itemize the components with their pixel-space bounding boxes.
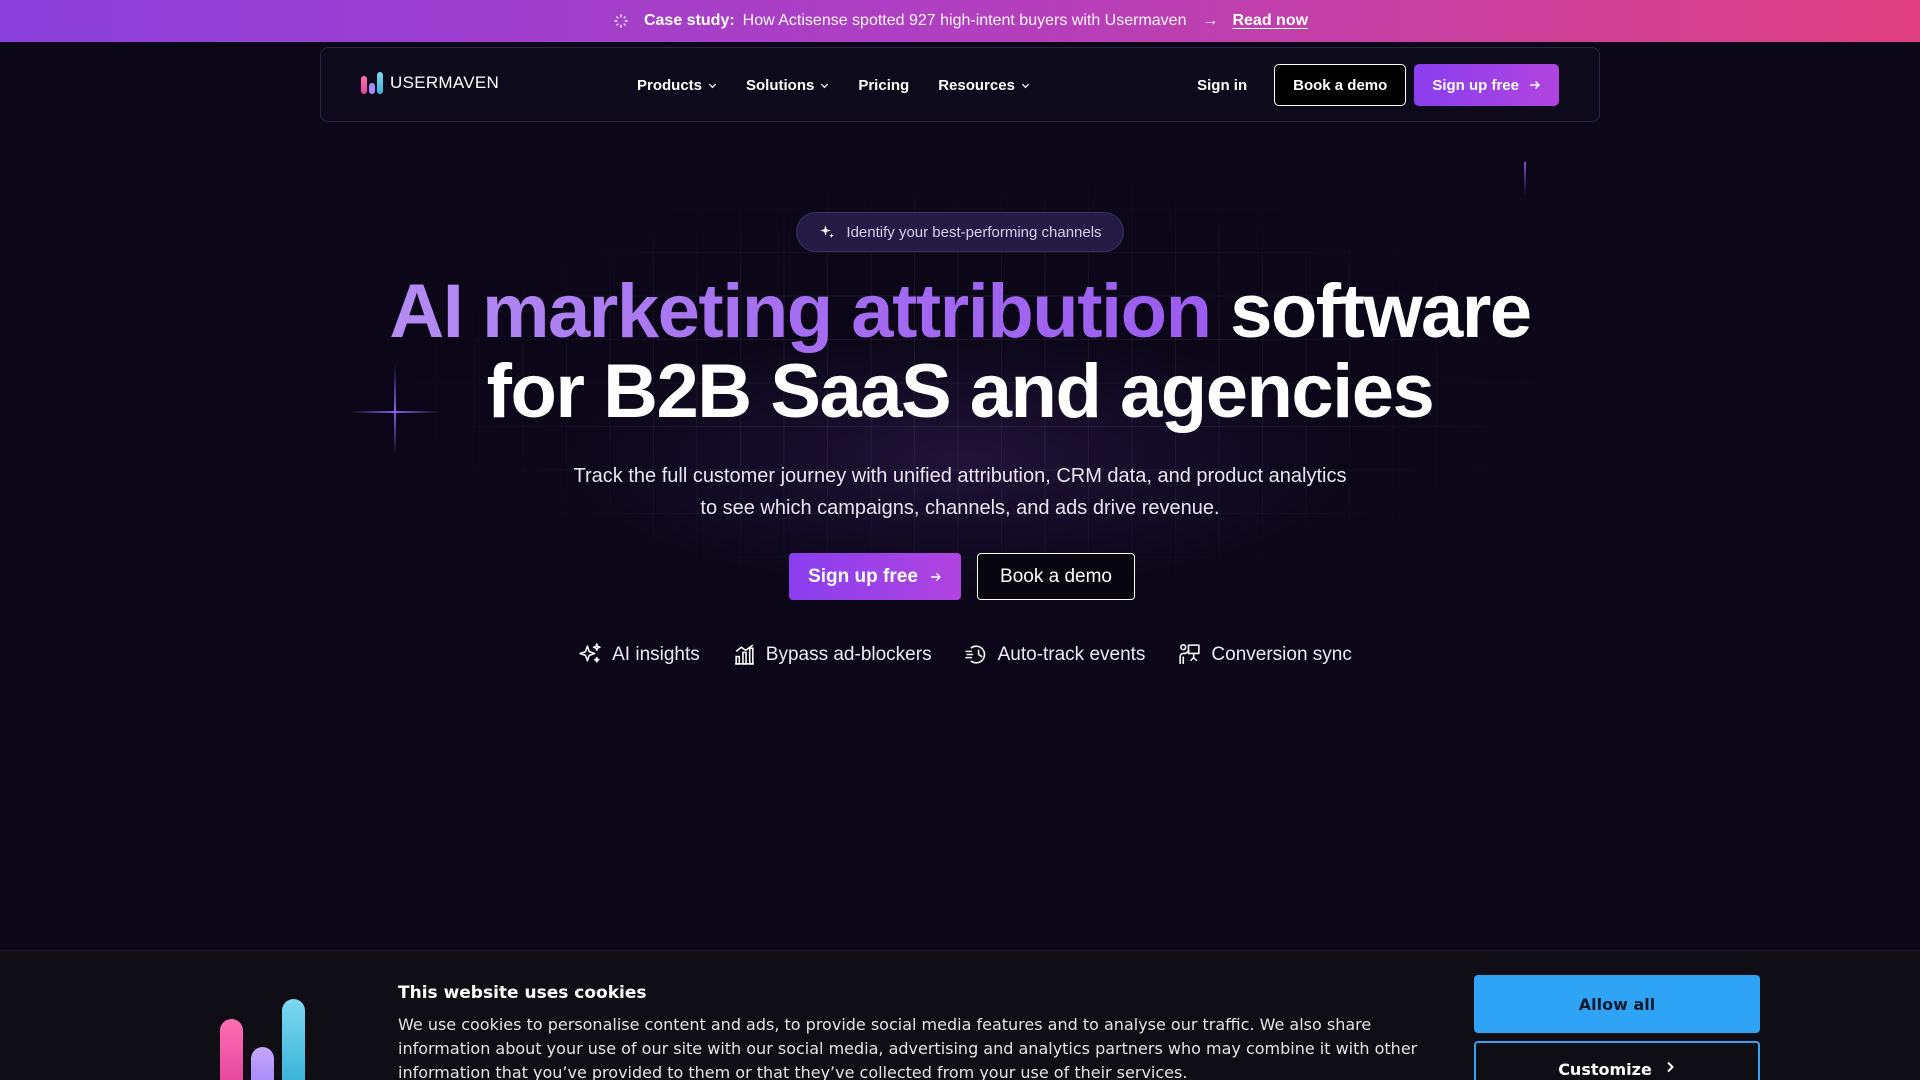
arrow-right-icon: → [1202, 12, 1219, 29]
chevron-down-icon [708, 83, 717, 89]
feature-label: Bypass ad-blockers [765, 643, 932, 665]
nav-actions: Sign in Book a demo Sign up free [1197, 64, 1559, 106]
cookiebot-logo [220, 995, 305, 1080]
hero-sign-up-button[interactable]: Sign up free [789, 553, 961, 600]
logo-mark-icon [361, 72, 383, 94]
nav-item-solutions[interactable]: Solutions [746, 77, 829, 94]
chevron-down-icon [1021, 83, 1030, 89]
decorative-line [1524, 162, 1526, 196]
customize-button[interactable]: Customize [1474, 1041, 1760, 1080]
logo-text: USERMAVEN [390, 73, 500, 92]
chevron-right-icon [1667, 1061, 1674, 1073]
sparkle-icon [614, 14, 628, 28]
hero-sign-up-label: Sign up free [808, 565, 918, 587]
arrow-right-icon [1530, 81, 1540, 89]
headline-line2: for B2B SaaS and agencies [486, 349, 1435, 434]
headline-highlight: AI marketing attribution [389, 269, 1212, 354]
sign-in-link[interactable]: Sign in [1197, 77, 1247, 94]
nav-item-label: Solutions [746, 77, 815, 94]
cookie-banner: This website uses cookies We use cookies… [0, 950, 1920, 1080]
subheadline-line2: to see which campaigns, channels, and ad… [700, 497, 1220, 519]
sparkles-icon [579, 643, 601, 663]
cookie-title: This website uses cookies [398, 983, 647, 1003]
feature-conversion-sync: Conversion sync [1177, 642, 1352, 667]
feature-label: AI insights [612, 643, 700, 665]
feature-list: AI insights Bypass ad-blockers Auto-trac… [0, 642, 1920, 667]
feature-label: Auto-track events [997, 643, 1146, 665]
allow-all-button[interactable]: Allow all [1474, 975, 1760, 1033]
nav-item-resources[interactable]: Resources [938, 77, 1030, 94]
book-demo-button[interactable]: Book a demo [1274, 64, 1407, 106]
read-now-link[interactable]: Read now [1232, 12, 1308, 30]
pill-text: Identify your best-performing channels [846, 223, 1102, 241]
hero-tagline-pill: Identify your best-performing channels [796, 212, 1124, 252]
presenter-icon [1179, 644, 1201, 664]
nav-item-label: Pricing [858, 77, 910, 94]
sign-up-button[interactable]: Sign up free [1414, 64, 1559, 106]
hero-headline: AI marketing attribution software for B2… [0, 272, 1920, 432]
usermaven-logo[interactable]: USERMAVEN [361, 72, 499, 94]
nav-item-products[interactable]: Products [637, 77, 717, 94]
customize-label: Customize [1558, 1060, 1652, 1079]
hero-cta-row: Sign up free Book a demo [0, 553, 1920, 600]
sparkles-icon [820, 225, 835, 238]
nav-menu: Products Solutions Pricing Resources [637, 48, 1030, 123]
fast-clock-icon [964, 645, 985, 664]
bar-chart-icon [734, 644, 754, 665]
headline-rest: software [1210, 269, 1532, 354]
main-nav: USERMAVEN Products Solutions Pricing Res… [320, 47, 1600, 122]
feature-ai-insights: AI insights [578, 642, 700, 667]
feature-bypass-ad-blockers: Bypass ad-blockers [732, 642, 932, 667]
announcement-text: How Actisense spotted 927 high-intent bu… [742, 12, 1187, 29]
subheadline-line1: Track the full customer journey with uni… [573, 465, 1347, 487]
announcement-bar: Case study: How Actisense spotted 927 hi… [0, 0, 1920, 42]
announcement-label: Case study: [643, 12, 735, 29]
feature-auto-track-events: Auto-track events [964, 642, 1146, 667]
hero-subheadline: Track the full customer journey with uni… [0, 460, 1920, 524]
arrow-right-icon [930, 572, 941, 581]
sign-up-label: Sign up free [1432, 76, 1519, 94]
chevron-down-icon [821, 83, 829, 89]
feature-label: Conversion sync [1211, 643, 1352, 665]
cookie-text: We use cookies to personalise content an… [398, 1015, 1418, 1080]
nav-item-label: Resources [938, 77, 1015, 94]
nav-item-label: Products [637, 77, 703, 94]
hero-book-demo-button[interactable]: Book a demo [977, 553, 1135, 600]
nav-item-pricing[interactable]: Pricing [858, 77, 909, 94]
